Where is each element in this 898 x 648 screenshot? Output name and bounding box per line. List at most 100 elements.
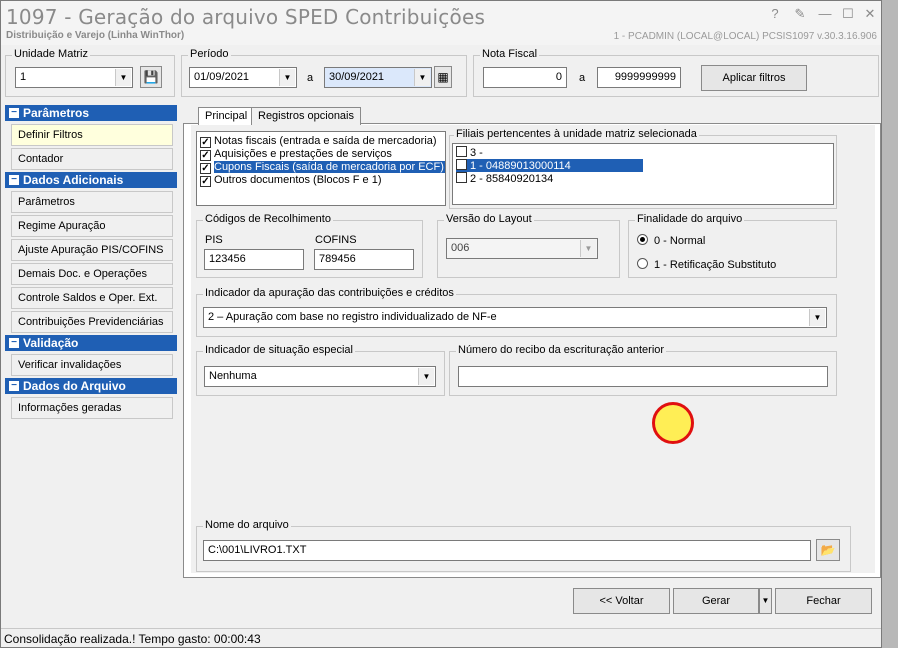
collapse-icon[interactable]: −: [9, 108, 19, 118]
radio-retificacao[interactable]: 1 - Retificação Substituto: [637, 258, 776, 271]
filial-label: 2 - 85840920134: [470, 173, 554, 185]
date-from-input[interactable]: 01/09/2021 ▼: [189, 67, 297, 88]
check-icon[interactable]: ✓: [200, 163, 211, 174]
chevron-down-icon[interactable]: ▼: [580, 240, 596, 257]
calendar-icon[interactable]: ▦: [434, 66, 452, 88]
checkbox-icon[interactable]: [456, 146, 467, 157]
check-icon[interactable]: ✓: [200, 176, 211, 187]
doc-checkbox-aquisicoes[interactable]: ✓ Aquisições e prestações de serviços: [200, 148, 392, 161]
filiais-list: 3 - 1 - 04889013000114 2 - 85840920134: [452, 143, 834, 205]
sidebar-item-ajuste-apuracao[interactable]: Ajuste Apuração PIS/COFINS: [11, 239, 173, 261]
arquivo-label: Nome do arquivo: [203, 519, 291, 531]
sidebar-item-demais-doc[interactable]: Demais Doc. e Operações: [11, 263, 173, 285]
recibo-input[interactable]: [458, 366, 828, 387]
gerar-dropdown-icon[interactable]: ▼: [759, 588, 772, 614]
unidade-select[interactable]: 1 ▼: [15, 67, 133, 88]
doc-label: Aquisições e prestações de serviços: [214, 148, 392, 160]
section-title: Dados Adicionais: [23, 173, 124, 187]
fechar-button[interactable]: Fechar: [775, 588, 872, 614]
window-subtitle: Distribuição e Varejo (Linha WinThor): [6, 30, 185, 41]
close-icon[interactable]: ✕: [861, 5, 879, 23]
unidade-label: Unidade Matriz: [12, 48, 90, 60]
doc-checkbox-notas[interactable]: ✓ Notas fiscais (entrada e saída de merca…: [200, 135, 437, 148]
collapse-icon[interactable]: −: [9, 338, 19, 348]
tab-registros-opcionais[interactable]: Registros opcionais: [251, 107, 361, 125]
radio-icon[interactable]: [637, 258, 648, 269]
edit-icon[interactable]: ✎: [791, 5, 809, 23]
chevron-down-icon[interactable]: ▼: [414, 69, 430, 86]
chevron-down-icon[interactable]: ▼: [418, 368, 434, 385]
sidebar-section-dados-adicionais[interactable]: − Dados Adicionais: [5, 172, 177, 188]
voltar-button[interactable]: << Voltar: [573, 588, 670, 614]
situacao-select[interactable]: Nenhuma ▼: [204, 366, 436, 387]
collapse-icon[interactable]: −: [9, 175, 19, 185]
doc-checkbox-outros[interactable]: ✓ Outros documentos (Blocos F e 1): [200, 174, 382, 187]
sidebar-item-regime-apuracao[interactable]: Regime Apuração: [11, 215, 173, 237]
filial-item[interactable]: 3 -: [456, 146, 483, 159]
date-to-input[interactable]: 30/09/2021 ▼: [324, 67, 432, 88]
indicador-value: 2 – Apuração com base no registro indivi…: [208, 311, 497, 323]
radio-label: 0 - Normal: [654, 235, 706, 247]
documents-list: ✓ Notas fiscais (entrada e saída de merca…: [196, 131, 446, 206]
main-window: 1097 - Geração do arquivo SPED Contribui…: [0, 0, 882, 648]
sidebar-section-parametros[interactable]: − Parâmetros: [5, 105, 177, 121]
section-title: Validação: [23, 336, 79, 350]
folder-open-icon[interactable]: 📂: [816, 539, 840, 561]
chevron-down-icon[interactable]: ▼: [279, 69, 295, 86]
radio-label: 1 - Retificação Substituto: [654, 259, 777, 271]
codigos-label: Códigos de Recolhimento: [203, 213, 333, 225]
filial-item[interactable]: 2 - 85840920134: [456, 172, 553, 185]
sidebar-item-parametros[interactable]: Parâmetros: [11, 191, 173, 213]
date-sep: a: [307, 72, 314, 84]
cofins-label: COFINS: [315, 234, 357, 246]
save-icon[interactable]: 💾: [140, 66, 162, 88]
chevron-down-icon[interactable]: ▼: [115, 69, 131, 86]
pis-label: PIS: [205, 234, 223, 246]
filial-item[interactable]: 1 - 04889013000114: [456, 159, 643, 172]
user-info: 1 - PCADMIN (LOCAL@LOCAL) PCSIS1097 v.30…: [613, 31, 877, 42]
nota-from-input[interactable]: 0: [483, 67, 567, 88]
sidebar-section-dados-arquivo[interactable]: − Dados do Arquivo: [5, 378, 177, 394]
window-title: 1097 - Geração do arquivo SPED Contribui…: [6, 5, 486, 29]
doc-checkbox-cupons[interactable]: ✓ Cupons Fiscais (saída de mercadoria por…: [200, 161, 445, 174]
maximize-icon[interactable]: ☐: [839, 5, 857, 23]
collapse-icon[interactable]: −: [9, 381, 19, 391]
minimize-icon[interactable]: —: [816, 5, 834, 23]
sidebar-item-definir-filtros[interactable]: Definir Filtros: [11, 124, 173, 146]
indicador-select[interactable]: 2 – Apuração com base no registro indivi…: [203, 307, 827, 328]
title-bar: 1097 - Geração do arquivo SPED Contribui…: [1, 1, 881, 45]
finalidade-label: Finalidade do arquivo: [635, 213, 745, 225]
radio-normal[interactable]: 0 - Normal: [637, 234, 705, 247]
filiais-label: Filiais pertencentes à unidade matriz se…: [454, 128, 699, 140]
tab-principal[interactable]: Principal: [198, 107, 255, 126]
situacao-value: Nenhuma: [209, 370, 257, 382]
indicador-label: Indicador da apuração das contribuições …: [203, 287, 456, 299]
pis-input[interactable]: 123456: [204, 249, 304, 270]
versao-value: 006: [451, 242, 470, 254]
sidebar-item-verificar[interactable]: Verificar invalidações: [11, 354, 173, 376]
radio-selected-icon[interactable]: [637, 234, 648, 245]
check-icon[interactable]: ✓: [200, 150, 211, 161]
gerar-button[interactable]: Gerar: [673, 588, 759, 614]
arquivo-input[interactable]: C:\001\LIVRO1.TXT: [203, 540, 811, 561]
sidebar-item-informacoes[interactable]: Informações geradas: [11, 397, 173, 419]
cofins-input[interactable]: 789456: [314, 249, 414, 270]
sidebar-item-contribuicoes[interactable]: Contribuições Previdenciárias: [11, 311, 173, 333]
checkbox-icon[interactable]: [456, 159, 467, 170]
periodo-label: Período: [188, 48, 231, 60]
status-bar: Consolidação realizada.! Tempo gasto: 00…: [1, 628, 881, 647]
sidebar-item-contador[interactable]: Contador: [11, 148, 173, 170]
filial-label: 3 -: [470, 147, 483, 159]
checkbox-icon[interactable]: [456, 172, 467, 183]
sidebar-item-controle-saldos[interactable]: Controle Saldos e Oper. Ext.: [11, 287, 173, 309]
nota-to-input[interactable]: 9999999999: [597, 67, 681, 88]
apply-filters-button[interactable]: Aplicar filtros: [701, 65, 807, 91]
help-icon[interactable]: ?: [766, 5, 784, 23]
chevron-down-icon[interactable]: ▼: [809, 309, 825, 326]
versao-select[interactable]: 006 ▼: [446, 238, 598, 259]
sidebar: − Parâmetros Definir Filtros Contador − Da…: [5, 105, 178, 625]
doc-label: Notas fiscais (entrada e saída de mercad…: [214, 135, 437, 147]
sidebar-section-validacao[interactable]: − Validação: [5, 335, 177, 351]
check-icon[interactable]: ✓: [200, 137, 211, 148]
cursor-highlight-icon: [652, 402, 694, 444]
